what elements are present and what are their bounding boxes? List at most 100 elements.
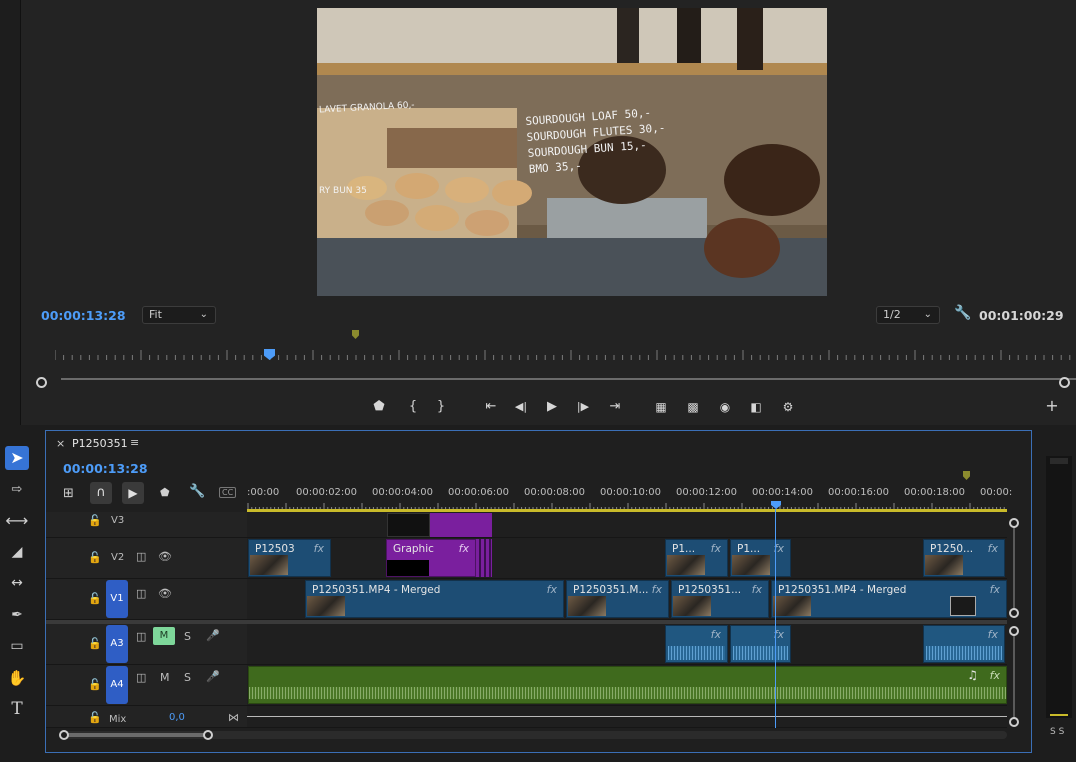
go-to-in-button[interactable]: ⇤ [481,398,501,416]
compare-view-button[interactable]: ◧ [746,398,766,416]
scroll-handle[interactable] [1009,626,1019,636]
extract-button[interactable]: ▩ [683,398,703,416]
clip-v1-2[interactable]: P1250351.M... fx [566,580,669,618]
timeline-ruler[interactable]: :00:00 00:00:02:00 00:00:04:00 00:00:06:00 0… [247,484,1012,512]
scroll-handle-right[interactable] [203,730,213,740]
ripple-edit-tool-icon[interactable]: ⟷ [5,509,29,533]
clip-v1-4[interactable]: P1250351.MP4 - Merged fx [771,580,1007,618]
marker-icon[interactable] [352,330,359,339]
clip-v2-graphic[interactable]: Graphic fx [386,539,476,577]
razor-tool-icon[interactable]: ◢ [5,540,29,564]
track-target-a4[interactable]: A4 [106,666,128,704]
music-clip-a4[interactable]: ♫ fx [248,666,1007,704]
lift-button[interactable]: ▦ [651,398,671,416]
eye-icon[interactable]: 👁 [158,587,172,600]
mark-out-button[interactable]: } [431,398,451,416]
audio-clip-a3-2[interactable]: fx [730,625,791,663]
meter-solo-labels[interactable]: S S [1050,727,1064,737]
rectangle-tool-icon[interactable]: ▭ [5,634,29,658]
clip-v2-3[interactable]: P1... fx [730,539,791,577]
clip-v2-4[interactable]: P1250... fx [923,539,1005,577]
sync-lock-icon[interactable]: ◫ [136,587,146,600]
audio-clip-a3-1[interactable]: fx [665,625,728,663]
scroll-handle[interactable] [1009,608,1019,618]
video-vertical-scrollbar[interactable] [1013,523,1015,613]
solo-button-a4[interactable]: S [184,671,191,684]
mix-volume-value[interactable]: 0,0 [169,712,185,723]
lock-icon[interactable]: 🔓 [88,592,102,605]
timeline-settings-wrench-icon[interactable]: 🔧 [189,484,205,499]
timeline-timecode[interactable]: 00:00:13:28 [63,461,148,476]
linked-selection-icon[interactable]: ▶ [122,482,144,504]
mute-button-a3[interactable]: M [153,627,175,645]
hand-tool-icon[interactable]: ✋ [5,666,29,690]
wrench-icon[interactable]: 🔧 [954,305,971,321]
add-button[interactable]: + [1042,397,1062,415]
video-preview[interactable]: SOURDOUGH LOAF 50,- SOURDOUGH FLUTES 30,… [317,8,827,296]
audio-clip-a3-3[interactable]: fx [923,625,1005,663]
mark-in-button[interactable]: { [403,398,423,416]
scroll-handle[interactable] [1009,717,1019,727]
scroll-handle-left[interactable] [59,730,69,740]
playhead-timecode[interactable]: 00:00:13:28 [41,308,126,323]
zoom-scroll-bar[interactable] [61,378,1076,386]
sync-lock-icon[interactable]: ◫ [136,671,146,684]
step-back-button[interactable]: ◀| [511,398,531,416]
slip-tool-icon[interactable]: ↔ [5,571,29,595]
zoom-handle-right[interactable] [1059,377,1070,388]
close-tab-icon[interactable]: × [56,437,65,450]
timeline-playhead-line[interactable] [775,509,776,728]
lock-icon[interactable]: 🔓 [88,551,102,564]
lock-icon[interactable]: 🔓 [88,678,102,691]
eye-icon[interactable]: 👁 [158,550,172,563]
sequence-tab[interactable]: P1250351 [72,437,128,450]
clip-v1-1[interactable]: P1250351.MP4 - Merged fx [305,580,564,618]
settings-button[interactable]: ⚙ [778,398,798,416]
microphone-icon[interactable]: 🎤 [206,629,220,642]
type-tool-icon[interactable]: T [5,697,29,721]
snap-magnet-icon[interactable]: ∩ [90,482,112,504]
clip-v2-2[interactable]: P1... fx [665,539,728,577]
audio-vertical-scrollbar[interactable] [1013,631,1015,721]
export-frame-button[interactable]: ◉ [715,398,735,416]
mix-options-icon[interactable]: ⋈ [228,711,239,724]
track-target-a3[interactable]: A3 [106,625,128,663]
title-clip-v3[interactable] [387,513,430,537]
step-forward-button[interactable]: |▶ [573,398,593,416]
mute-button-a4[interactable]: M [160,671,170,684]
panel-menu-icon[interactable]: ≡ [130,436,139,449]
graphic-slivers[interactable] [476,539,492,577]
resolution-dropdown[interactable]: 1/2 ⌄ [876,306,940,324]
add-marker-button[interactable]: ⬟ [369,398,389,416]
add-marker-icon[interactable]: ⬟ [160,486,170,499]
lock-icon[interactable]: 🔓 [88,711,102,724]
track-select-tool-icon[interactable]: ⇨ [5,478,29,502]
graphic-clip-v3[interactable] [430,513,492,537]
track-a3[interactable]: fx fx fx [247,624,1007,665]
sync-lock-icon[interactable]: ◫ [136,550,146,563]
pen-tool-icon[interactable]: ✒ [5,603,29,627]
track-v1[interactable]: P1250351.MP4 - Merged fx P1250351.M... fx … [247,579,1007,620]
go-to-out-button[interactable]: ⇥ [605,398,625,416]
scroll-handle[interactable] [1009,518,1019,528]
selection-tool-icon[interactable]: ➤ [5,446,29,470]
horizontal-scroll-thumb[interactable] [64,733,208,737]
sequence-marker-icon[interactable] [963,471,970,480]
track-v2[interactable]: P12503 fx Graphic fx P1... fx P1... fx P1250… [247,538,1007,579]
track-v3[interactable] [247,512,1007,538]
captions-icon[interactable]: CC [219,487,237,498]
monitor-time-ruler[interactable] [54,346,1076,364]
sync-lock-icon[interactable]: ◫ [136,630,146,643]
zoom-handle-left[interactable] [36,377,47,388]
solo-button-a3[interactable]: S [184,630,191,643]
nest-toggle-icon[interactable]: ⊞ [63,486,74,501]
clip-v2-1[interactable]: P12503 fx [248,539,331,577]
clip-v1-3[interactable]: P1250351... fx [671,580,769,618]
lock-icon[interactable]: 🔓 [88,637,102,650]
lock-icon[interactable]: 🔓 [88,514,102,527]
track-target-v1[interactable]: V1 [106,580,128,618]
microphone-icon[interactable]: 🎤 [206,670,220,683]
fit-dropdown[interactable]: Fit ⌄ [142,306,216,324]
play-button[interactable]: ▶ [542,398,562,416]
track-a4[interactable]: ♫ fx [247,665,1007,706]
